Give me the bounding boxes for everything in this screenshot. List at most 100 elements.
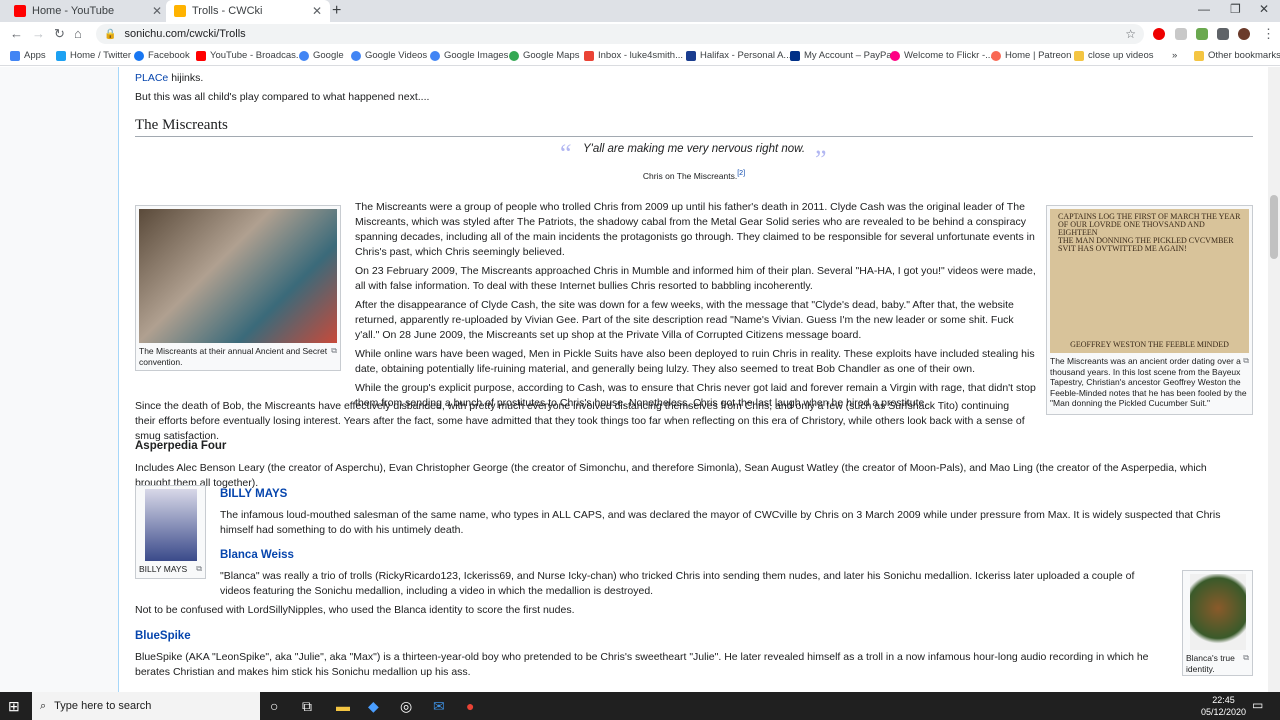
blanca-photo[interactable] [1189,574,1246,650]
article: PLACe hijinks. But this was all child's … [118,67,1268,692]
bookmark-label: My Account – PayPal [804,50,894,61]
bookmark-label: Apps [24,50,46,61]
thumb-caption: ⧉ The Miscreants at their annual Ancient … [139,346,337,367]
intro-line-2: But this was all child's play compared t… [135,91,430,103]
star-icon[interactable]: ☆ [1125,27,1136,41]
billy-mays-text: The infamous loud-mouthed salesman of th… [220,509,1221,536]
paragraph: The Miscreants were a group of people wh… [355,201,1035,258]
back-icon[interactable]: ← [10,26,23,41]
chrome-icon[interactable]: ● [466,698,474,714]
bookmark-google-images[interactable]: Google Images [430,50,508,61]
bookmark-facebook[interactable]: Facebook [134,50,190,61]
google-icon [299,50,309,61]
windows-start-icon[interactable]: ⊞ [8,698,20,715]
close-icon[interactable]: ✕ [152,4,162,18]
taskbar: ⊞ ⌕ Type here to search ○ ⧉ ▬ ◆ ◎ ✉ ● 22… [0,692,1280,720]
address-bar[interactable]: 🔒 sonichu.com/cwcki/Trolls ☆ [96,24,1144,44]
quote-attribution: Chris on The Miscreants.[2] [559,169,829,181]
download-extension-icon[interactable] [1196,28,1208,40]
taskbar-search[interactable]: ⌕ Type here to search [32,692,260,720]
scrollbar-thumb[interactable] [1270,195,1278,259]
bookmark-label: Google Maps [523,50,580,61]
restore-icon[interactable]: ❐ [1230,2,1241,16]
bluespike-text: BlueSpike (AKA "LeonSpike", aka "Julie",… [135,651,1149,678]
bookmark-google-maps[interactable]: Google Maps [509,50,580,61]
intro-text: hijinks. [168,72,204,84]
magnify-icon[interactable]: ⧉ [331,346,337,357]
person-heading-bluespike[interactable]: BlueSpike [135,630,191,642]
clock-date: 05/12/2020 [1200,707,1246,717]
person-heading-blanca-weiss[interactable]: Blanca Weiss [220,549,294,561]
reload-icon[interactable]: ↻ [54,26,65,42]
editor-icon[interactable]: ◆ [368,698,379,715]
miscreants-photo[interactable] [139,209,337,343]
home-icon[interactable]: ⌂ [74,26,82,41]
magnify-icon[interactable]: ⧉ [1243,356,1249,367]
minimize-icon[interactable]: — [1198,2,1210,16]
billy-mays-photo[interactable] [144,489,197,561]
bookmark-paypal[interactable]: My Account – PayPal [790,50,894,61]
tapestry-image[interactable]: CAPTAINS LOG THE FIRST OF MARCH THE YEAR… [1050,209,1249,353]
system-tray-clock[interactable]: 22:45 05/12/2020 [1201,694,1246,718]
bookmark-halifax[interactable]: Halifax - Personal A... [686,50,791,61]
bookmark-gmail[interactable]: Inbox - luke4smith... [584,50,683,61]
asperpedia-paragraph: Includes Alec Benson Leary (the creator … [135,462,1207,489]
attribution-text: Chris on The Miscreants. [642,170,738,181]
bookmark-google[interactable]: Google [299,50,344,61]
close-icon[interactable]: ✕ [312,4,322,18]
quote-text: Y'all are making me very nervous right n… [582,143,806,155]
opera-extension-icon[interactable] [1153,28,1165,40]
caption-text: Blanca's true identity. [1186,653,1235,674]
twitter-icon [56,50,66,61]
forward-icon[interactable]: → [32,26,45,41]
bookmark-apps[interactable]: Apps [10,50,46,61]
extension-icon[interactable] [1175,28,1187,40]
scrollbar[interactable] [1268,67,1280,692]
bookmark-flickr[interactable]: Welcome to Flickr -... [890,50,993,61]
clock-time: 22:45 [1212,695,1235,705]
puzzle-icon[interactable] [1217,28,1229,40]
tab-cwcki[interactable]: Trolls - CWCki ✕ [166,0,330,22]
flickr-icon [890,50,900,61]
cwcki-icon [174,5,186,17]
bookmarks-overflow[interactable]: » [1172,50,1177,61]
paragraph: After the disappearance of Clyde Cash, t… [355,299,1014,341]
mail-icon[interactable]: ✉ [433,698,445,715]
youtube-icon [196,50,206,61]
blanca-note: Not to be confused with LordSillyNipples… [135,604,575,616]
profile-avatar[interactable] [1238,28,1250,40]
thumb-caption: ⧉ Blanca's true identity. [1186,653,1249,674]
task-view-icon[interactable]: ⧉ [302,698,312,715]
magnify-icon[interactable]: ⧉ [1243,653,1249,664]
gmail-icon [584,50,594,61]
magnify-icon[interactable]: ⧉ [196,564,202,575]
bookmark-other[interactable]: Other bookmarks [1194,50,1280,61]
bookmark-patreon[interactable]: Home | Patreon [991,50,1071,61]
person-heading-billy-mays[interactable]: BILLY MAYS [220,488,287,500]
tapestry-footer-text: GEOFFREY WESTON THE FEEBLE MINDED [1070,340,1229,349]
tab-strip: Home - YouTube ✕ Trolls - CWCki ✕ + — ❐ … [0,0,1280,22]
blanca-weiss-text: "Blanca" was really a trio of trolls (Ri… [220,570,1135,597]
thumbnail-blanca: ⧉ Blanca's true identity. [1182,570,1253,676]
bookmark-close-up-videos[interactable]: close up videos [1074,50,1153,61]
reference-link[interactable]: [2] [737,169,745,177]
bookmark-youtube[interactable]: YouTube - Broadcas... [196,50,304,61]
close-window-icon[interactable]: ✕ [1259,2,1269,16]
halifax-icon [686,50,696,61]
apps-grid-icon [10,50,20,61]
cortana-icon[interactable]: ○ [270,698,278,714]
menu-icon[interactable]: ⋮ [1262,26,1275,42]
new-tab-button[interactable]: + [332,2,341,20]
bookmark-label: Home | Patreon [1005,50,1072,61]
bookmark-twitter[interactable]: Home / Twitter [56,50,131,61]
bookmark-google-videos[interactable]: Google Videos [351,50,427,61]
google-icon [351,50,361,61]
steam-icon[interactable]: ◎ [400,698,412,715]
tab-youtube[interactable]: Home - YouTube ✕ [6,0,170,22]
place-link[interactable]: PLACe [135,72,168,84]
caption-text: BILLY MAYS [139,564,188,574]
thumbnail-billy-mays: ⧉ BILLY MAYS [135,485,206,579]
file-explorer-icon[interactable]: ▬ [336,698,350,714]
search-placeholder: Type here to search [54,700,152,712]
notifications-icon[interactable]: ▭ [1252,698,1263,712]
